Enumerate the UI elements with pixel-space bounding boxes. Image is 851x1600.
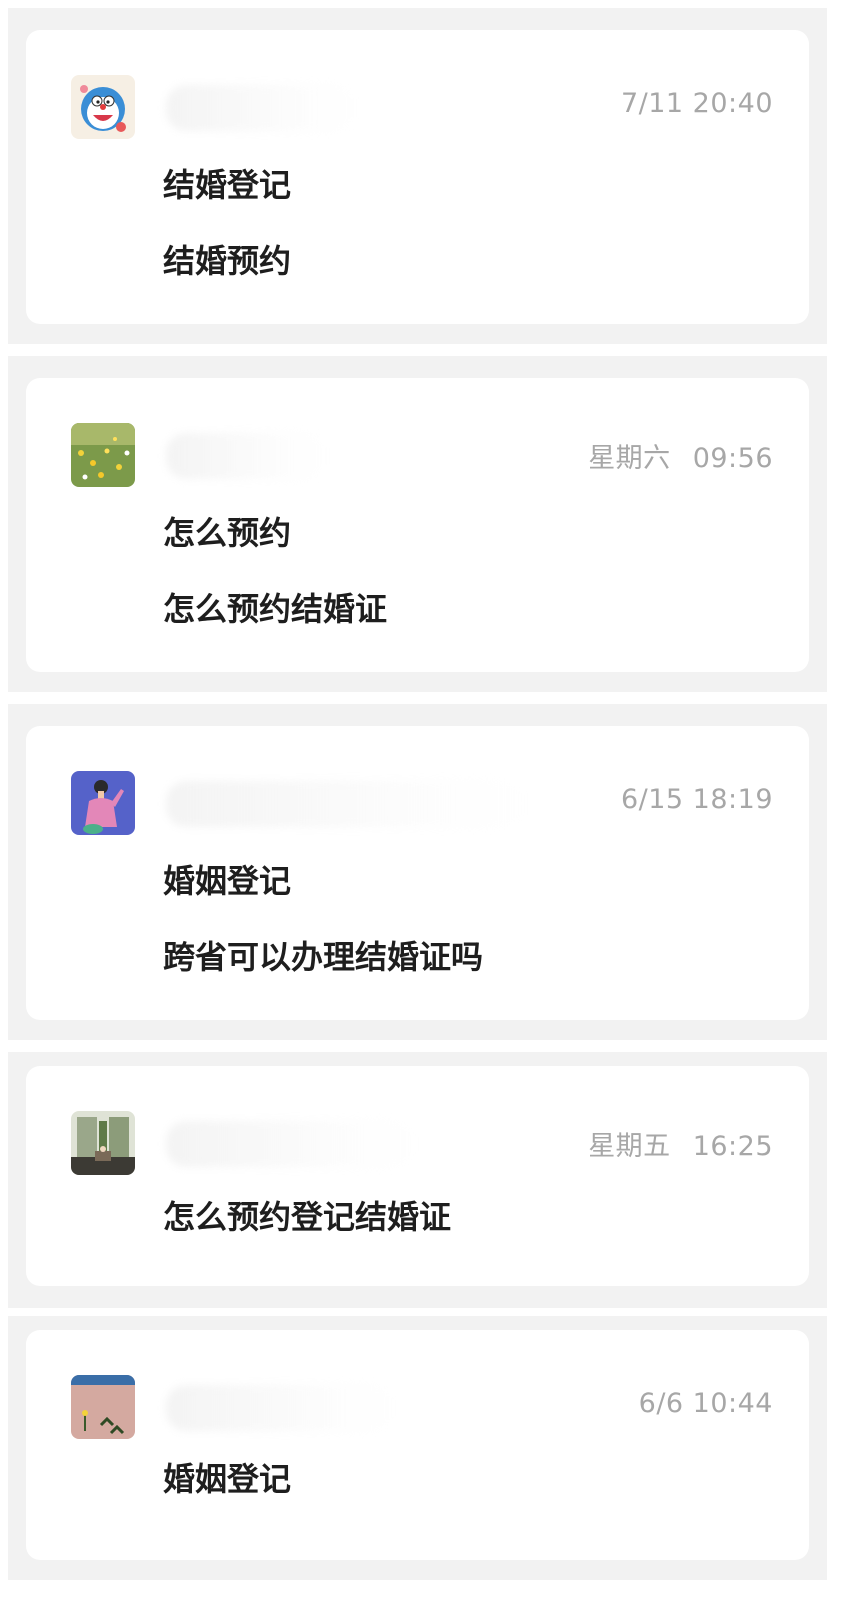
message-time: 6/6 10:44 bbox=[639, 1388, 773, 1419]
conversation-panel: 7/11 20:40 结婚登记 结婚预约 bbox=[8, 8, 827, 344]
time-label: 6/15 18:19 bbox=[620, 784, 773, 815]
conversation-panel: 星期五 16:25 怎么预约登记结婚证 bbox=[8, 1052, 827, 1308]
blurred-contact-name bbox=[166, 1121, 416, 1167]
message-text: 跨省可以办理结婚证吗 bbox=[163, 938, 484, 976]
message-text: 怎么预约登记结婚证 bbox=[163, 1198, 452, 1236]
conversation-card[interactable]: 星期六 09:56 怎么预约 怎么预约结婚证 bbox=[26, 378, 809, 672]
building-photo-avatar-icon[interactable] bbox=[71, 1111, 135, 1175]
blurred-contact-name bbox=[166, 85, 356, 131]
conversation-card[interactable]: 7/11 20:40 结婚登记 结婚预约 bbox=[26, 30, 809, 324]
blurred-contact-name bbox=[166, 781, 526, 827]
illustrated-person-avatar-icon[interactable] bbox=[71, 771, 135, 835]
message-time: 星期五 16:25 bbox=[588, 1124, 773, 1163]
time-label: 09:56 bbox=[692, 443, 773, 474]
time-label: 16:25 bbox=[692, 1131, 773, 1162]
conversation-card[interactable]: 星期五 16:25 怎么预约登记结婚证 bbox=[26, 1066, 809, 1286]
conversation-card[interactable]: 6/15 18:19 婚姻登记 跨省可以办理结婚证吗 bbox=[26, 726, 809, 1020]
message-text: 怎么预约结婚证 bbox=[163, 590, 388, 628]
time-label: 7/11 20:40 bbox=[620, 88, 773, 119]
message-text: 婚姻登记 bbox=[163, 1460, 292, 1498]
conversation-panel: 6/6 10:44 婚姻登记 bbox=[8, 1316, 827, 1580]
conversation-card[interactable]: 6/6 10:44 婚姻登记 bbox=[26, 1330, 809, 1560]
conversation-panel: 星期六 09:56 怎么预约 怎么预约结婚证 bbox=[8, 356, 827, 692]
weekday-label: 星期六 bbox=[588, 443, 671, 474]
message-time: 6/15 18:19 bbox=[621, 784, 773, 815]
message-text: 婚姻登记 bbox=[163, 862, 292, 900]
flower-field-avatar-icon[interactable] bbox=[71, 423, 135, 487]
weekday-label: 星期五 bbox=[588, 1131, 671, 1162]
message-time: 7/11 20:40 bbox=[621, 88, 773, 119]
message-text: 结婚登记 bbox=[163, 166, 292, 204]
blurred-contact-name bbox=[166, 1385, 396, 1431]
message-text: 结婚预约 bbox=[163, 242, 292, 280]
cartoon-cat-avatar-icon[interactable] bbox=[71, 75, 135, 139]
conversation-panel: 6/15 18:19 婚姻登记 跨省可以办理结婚证吗 bbox=[8, 704, 827, 1040]
message-text: 怎么预约 bbox=[163, 514, 292, 552]
desert-plant-avatar-icon[interactable] bbox=[71, 1375, 135, 1439]
blurred-contact-name bbox=[166, 433, 326, 479]
message-time: 星期六 09:56 bbox=[588, 436, 773, 475]
time-label: 6/6 10:44 bbox=[638, 1388, 773, 1419]
